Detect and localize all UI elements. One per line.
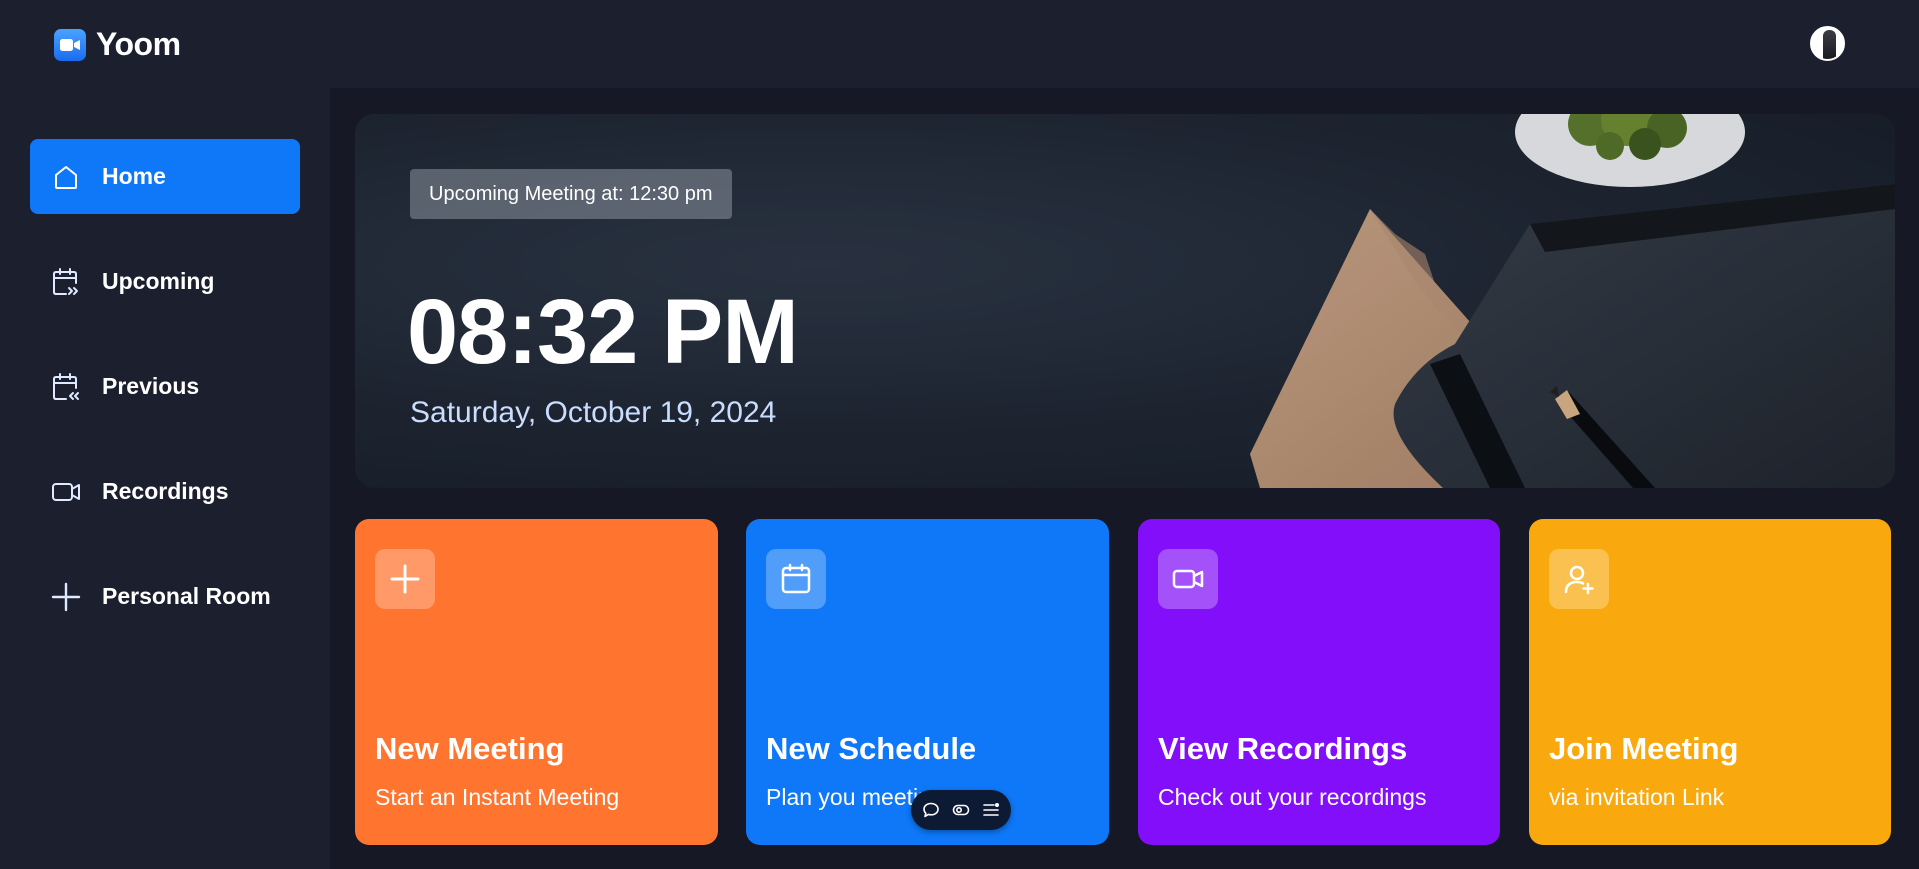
hero-banner: Upcoming Meeting at: 12:30 pm 08:32 PM S…	[355, 114, 1895, 488]
calendar-forward-icon	[50, 266, 82, 298]
card-title: Join Meeting	[1549, 731, 1739, 766]
brand-name: Yoom	[96, 26, 181, 62]
user-plus-icon	[1549, 549, 1609, 609]
current-time: 08:32 PM	[407, 281, 799, 383]
upcoming-meeting-badge: Upcoming Meeting at: 12:30 pm	[410, 169, 732, 219]
sidebar-item-label: Personal Room	[102, 583, 271, 609]
list-icon[interactable]	[981, 800, 1001, 820]
plus-icon	[50, 581, 82, 613]
sidebar: Home Upcoming Previous Recordings Person…	[0, 88, 330, 869]
sidebar-item-previous[interactable]: Previous	[30, 349, 300, 424]
sidebar-item-label: Previous	[102, 373, 200, 399]
card-title: New Meeting	[375, 731, 565, 766]
home-icon	[50, 161, 82, 193]
calendar-back-icon	[50, 371, 82, 403]
avatar	[1823, 30, 1836, 59]
floating-toolbar	[911, 790, 1011, 830]
main-content: Upcoming Meeting at: 12:30 pm 08:32 PM S…	[330, 88, 1919, 869]
video-camera-icon	[54, 28, 86, 61]
card-title: View Recordings	[1158, 731, 1408, 766]
sidebar-item-home[interactable]: Home	[30, 139, 300, 214]
current-date: Saturday, October 19, 2024	[410, 396, 777, 429]
sidebar-item-label: Recordings	[102, 478, 229, 504]
toggle-icon[interactable]	[951, 800, 971, 820]
video-icon	[1158, 549, 1218, 609]
card-subtitle: Check out your recordings	[1158, 784, 1427, 810]
sidebar-item-upcoming[interactable]: Upcoming	[30, 244, 300, 319]
top-bar: Yoom	[0, 0, 1919, 88]
plus-icon	[375, 549, 435, 609]
card-subtitle: via invitation Link	[1549, 784, 1725, 810]
sidebar-item-label: Upcoming	[102, 268, 215, 294]
card-subtitle: Start an Instant Meeting	[375, 784, 620, 810]
video-icon	[50, 476, 82, 508]
user-avatar-button[interactable]	[1810, 26, 1845, 61]
join-meeting-card[interactable]: Join Meeting via invitation Link	[1529, 519, 1891, 845]
card-title: New Schedule	[766, 731, 977, 766]
sidebar-item-label: Home	[102, 163, 166, 189]
comment-icon[interactable]	[921, 800, 941, 820]
brand-logo-link[interactable]: Yoom	[54, 26, 181, 63]
sidebar-item-recordings[interactable]: Recordings	[30, 454, 300, 529]
calendar-icon	[766, 549, 826, 609]
new-meeting-card[interactable]: New Meeting Start an Instant Meeting	[355, 519, 718, 845]
sidebar-item-personal-room[interactable]: Personal Room	[30, 559, 300, 634]
view-recordings-card[interactable]: View Recordings Check out your recording…	[1138, 519, 1500, 845]
